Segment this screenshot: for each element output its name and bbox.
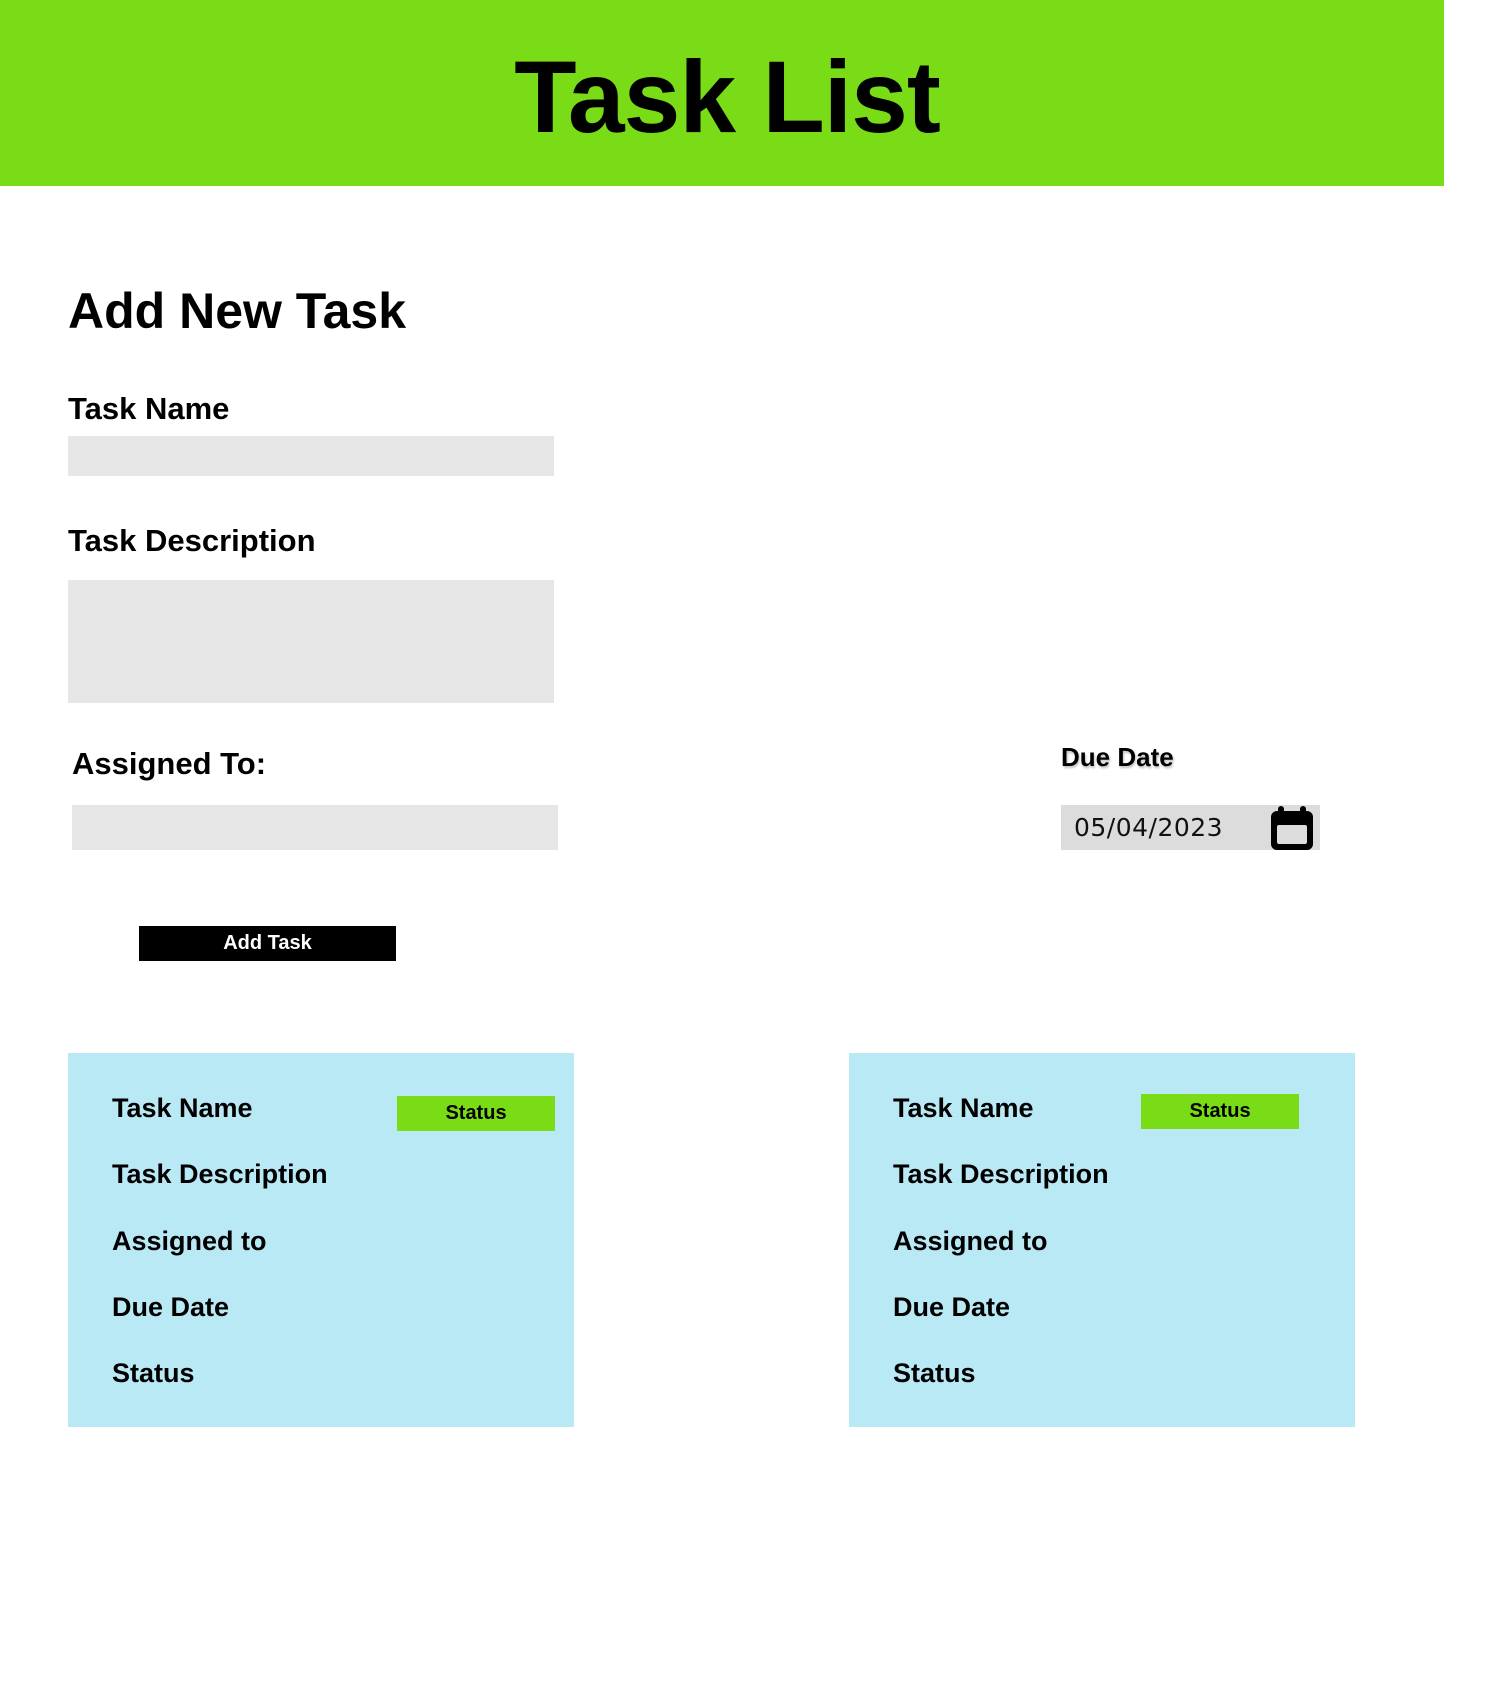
card-task-name: Task Name [893, 1093, 1034, 1123]
task-card: Task Name Status Task Description Assign… [68, 1053, 574, 1427]
calendar-icon[interactable] [1268, 804, 1316, 852]
add-task-button[interactable]: Add Task [139, 926, 396, 961]
status-badge: Status [397, 1096, 555, 1131]
card-task-name: Task Name [112, 1093, 253, 1123]
card-assigned-to: Assigned to [112, 1226, 267, 1256]
task-card: Task Name Status Task Description Assign… [849, 1053, 1355, 1427]
card-task-description: Task Description [112, 1159, 328, 1189]
page-header: Task List [0, 0, 1444, 186]
due-date-label: Due Date [1061, 742, 1174, 772]
card-due-date: Due Date [893, 1292, 1011, 1322]
page-title: Task List [514, 39, 941, 154]
card-task-description: Task Description [893, 1159, 1109, 1189]
task-description-label: Task Description [68, 523, 316, 558]
due-date-value[interactable]: 05/04/2023 [1074, 813, 1268, 842]
card-due-date: Due Date [112, 1292, 230, 1322]
card-status: Status [112, 1358, 195, 1388]
assigned-to-label: Assigned To: [72, 746, 267, 781]
add-task-heading: Add New Task [68, 283, 407, 339]
status-badge: Status [1141, 1094, 1299, 1129]
task-description-input[interactable] [68, 580, 554, 703]
task-name-input[interactable] [68, 436, 554, 476]
due-date-field[interactable]: 05/04/2023 [1061, 805, 1320, 850]
task-name-label: Task Name [68, 391, 230, 426]
assigned-to-input[interactable] [72, 805, 558, 850]
card-assigned-to: Assigned to [893, 1226, 1048, 1256]
card-status: Status [893, 1358, 976, 1388]
